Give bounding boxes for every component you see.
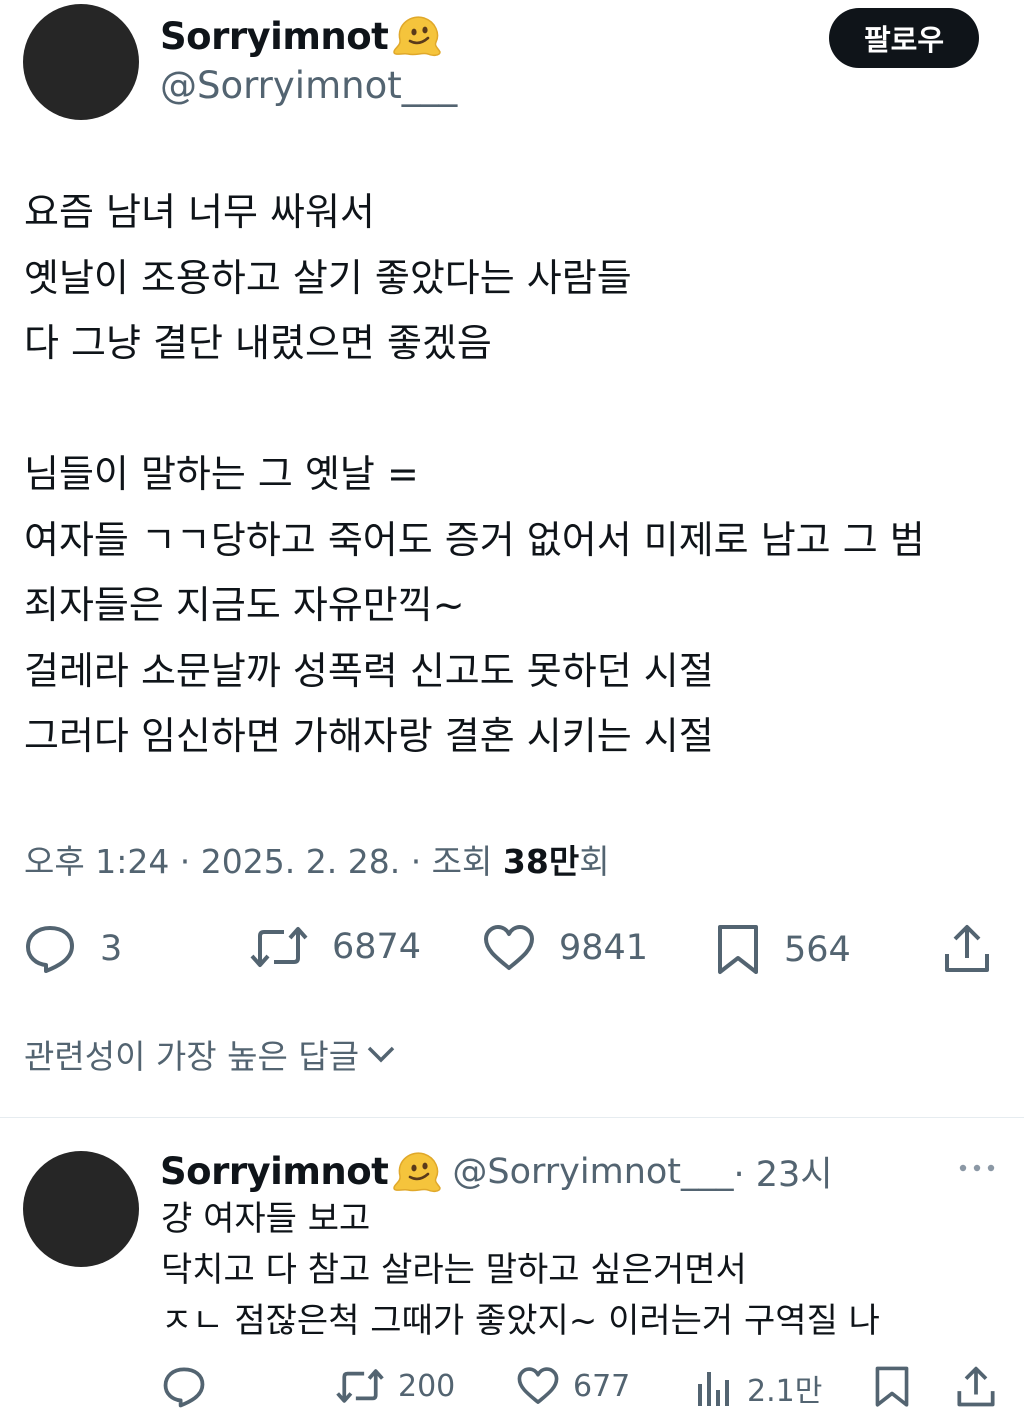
tweet-text-line: 님들이 말하는 그 옛날 = [24, 452, 419, 496]
heart-icon [517, 1366, 559, 1406]
reply-text-line: 걍 여자들 보고 [161, 1199, 371, 1239]
reply-sort-dropdown[interactable]: 관련성이 가장 높은 답글 [24, 1030, 397, 1078]
tweet-text-line: 옛날이 조용하고 살기 좋았다는 사람들 [24, 255, 632, 300]
tweet-text-line: 여자들 ㄱㄱ당하고 죽어도 증거 없어서 미제로 남고 그 범 [24, 517, 925, 562]
reply-text-line: ㅈㄴ 점잖은척 그때가 좋았지~ 이러는거 구역질 나 [161, 1301, 880, 1341]
reply-retweet-count: 200 [398, 1368, 456, 1404]
bookmark-icon [716, 924, 760, 976]
follow-button[interactable]: 팔로우 [829, 8, 979, 68]
reply-share-button[interactable] [956, 1366, 996, 1408]
share-icon [956, 1366, 996, 1408]
tweet-text: 요즘 남녀 너무 싸워서 옛날이 조용하고 살기 좋았다는 사람들 다 그냥 결… [24, 180, 1009, 770]
melting-face-icon [392, 1150, 442, 1194]
reply-author-name[interactable]: Sorryimnot [160, 1150, 389, 1193]
retweet-icon [250, 924, 308, 970]
reply-views-button[interactable]: 2.1만 [695, 1366, 822, 1410]
share-icon [943, 924, 991, 974]
timestamp-and-views-label[interactable]: 오후 1:24 · 2025. 2. 28. · 조회 [24, 842, 503, 881]
reply-view-count: 2.1만 [747, 1374, 823, 1409]
reply-bookmark-button[interactable] [874, 1366, 910, 1408]
author-name-row[interactable]: Sorryimnot [160, 14, 442, 58]
reply-icon [24, 924, 76, 974]
view-count: 38만 [502, 842, 580, 881]
reply-count: 3 [100, 929, 123, 969]
bookmark-icon [874, 1366, 910, 1408]
view-count-suffix: 회 [579, 842, 610, 881]
reply-sort-label: 관련성이 가장 높은 답글 [24, 1037, 360, 1076]
reply-text-line: 닥치고 다 참고 살라는 말하고 싶은거면서 [161, 1250, 747, 1290]
author-name[interactable]: Sorryimnot [160, 15, 389, 58]
author-avatar[interactable] [23, 4, 139, 120]
tweet-text-line: 다 그냥 결단 내렸으면 좋겠음 [24, 321, 492, 365]
bookmark-count: 564 [784, 930, 851, 970]
tweet-meta: 오후 1:24 · 2025. 2. 28. · 조회 38만회 [24, 835, 610, 883]
heart-icon [483, 924, 535, 972]
tweet-text-line: 요즘 남녀 너무 싸워서 [24, 190, 375, 234]
bookmark-button[interactable]: 564 [716, 924, 851, 976]
reply-like-button[interactable]: 677 [517, 1366, 630, 1406]
ellipsis-icon [957, 1160, 997, 1176]
reply-header: Sorryimnot @Sorryimnot___ · 23시 [160, 1146, 833, 1197]
reply-like-count: 677 [573, 1368, 631, 1404]
tweet-text-line: 걸레라 소문날까 성폭력 신고도 못하던 시절 [24, 648, 714, 693]
reply-author-avatar[interactable] [23, 1151, 139, 1267]
like-button[interactable]: 9841 [483, 924, 648, 972]
melting-face-icon [392, 14, 442, 58]
reply-time[interactable]: · 23시 [734, 1146, 833, 1197]
bar-chart-icon [695, 1368, 733, 1408]
section-divider [0, 1117, 1024, 1118]
chevron-down-icon [365, 1042, 397, 1066]
share-button[interactable] [943, 924, 991, 974]
tweet-text-line [24, 377, 1009, 443]
reply-retweet-button[interactable]: 200 [336, 1366, 455, 1406]
retweet-icon [336, 1366, 384, 1406]
reply-icon [162, 1366, 206, 1408]
retweet-button[interactable]: 6874 [250, 924, 421, 970]
reply-text: 걍 여자들 보고 닥치고 다 참고 살라는 말하고 싶은거면서 ㅈㄴ 점잖은척 … [161, 1194, 880, 1347]
like-count: 9841 [559, 928, 649, 968]
author-handle[interactable]: @Sorryimnot___ [160, 64, 457, 107]
retweet-count: 6874 [332, 927, 422, 967]
reply-button[interactable]: 3 [24, 924, 122, 974]
reply-author-handle[interactable]: @Sorryimnot___ [452, 1152, 733, 1192]
tweet-text-line: 죄자들은 지금도 자유만끽~ [24, 583, 465, 627]
reply-reply-button[interactable] [162, 1366, 206, 1408]
more-options-button[interactable] [957, 1160, 997, 1176]
tweet-text-line: 그러다 임신하면 가해자랑 결혼 시키는 시절 [24, 714, 714, 758]
